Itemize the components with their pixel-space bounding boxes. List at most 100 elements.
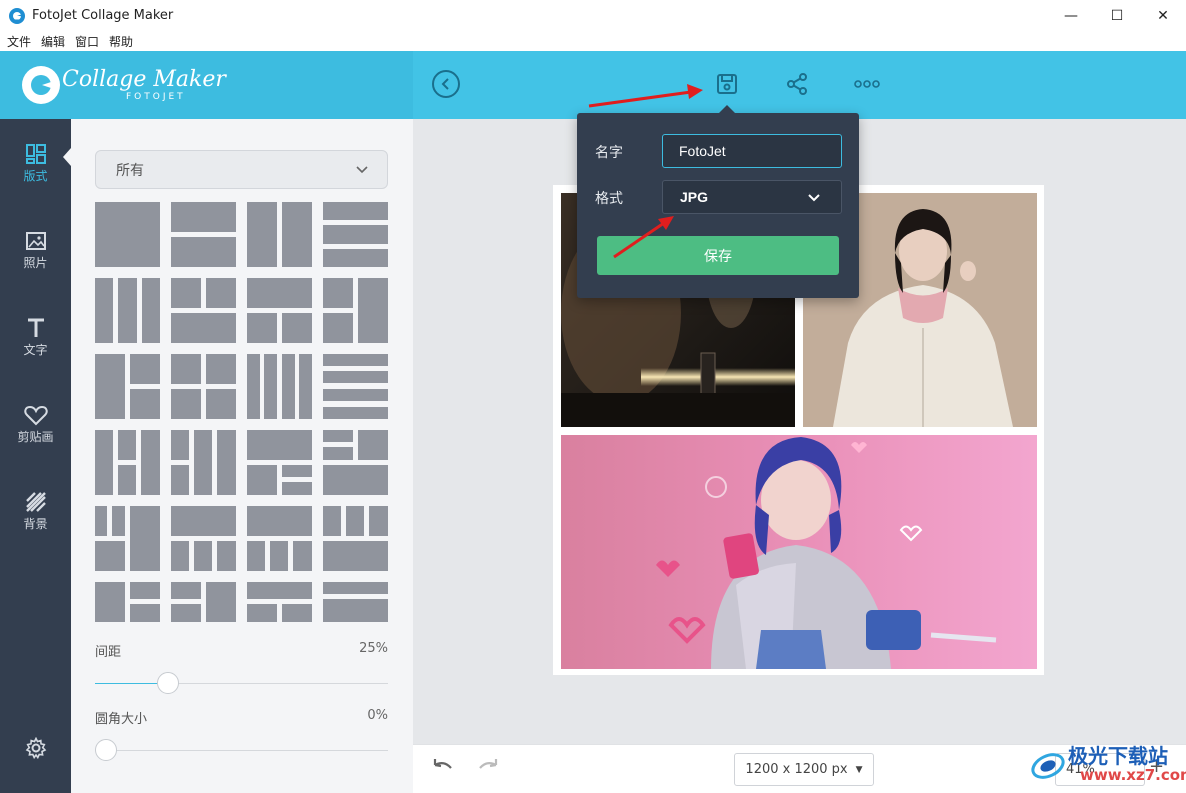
layout-tile[interactable] [171,506,236,571]
layout-tile[interactable] [247,278,312,343]
menu-window[interactable]: 窗口 [75,33,99,50]
canvas-size-select[interactable]: 1200 x 1200 px ▼ [734,753,874,786]
save-toolbar-button[interactable] [713,70,741,98]
dropdown-value: 所有 [116,162,144,179]
undo-icon [433,759,452,769]
top-toolbar [413,51,1186,119]
photo-anime-girl [561,435,1037,669]
corner-radius-value: 0% [367,708,388,723]
annotation-arrow-format [613,216,674,259]
layout-tile[interactable] [247,202,312,267]
layout-tile[interactable] [323,202,388,267]
layout-tile[interactable] [95,582,160,622]
format-label: 格式 [595,191,623,207]
layout-tile[interactable] [247,582,312,622]
corner-radius-label: 圆角大小 [95,712,148,727]
close-button[interactable]: ✕ [1140,0,1186,31]
name-label: 名字 [595,145,623,161]
gear-icon [25,736,47,760]
redo-button[interactable] [477,759,501,781]
layout-tile[interactable] [247,506,312,571]
floppy-disk-icon [717,74,737,94]
image-icon [25,232,46,250]
brand-header: Collage Maker FOTOJET [0,51,413,119]
layout-tile[interactable] [323,582,388,622]
format-value: JPG [680,189,709,205]
caret-down-icon: ▼ [855,764,863,775]
more-dots-icon [854,80,880,88]
menu-help[interactable]: 帮助 [109,33,133,50]
share-icon [787,73,807,95]
rail-label: 版式 [23,169,48,183]
chevron-down-icon [808,194,820,202]
share-button[interactable] [783,70,811,98]
save-button-label: 保存 [704,248,732,265]
layout-tile[interactable] [95,354,160,419]
fotojet-logo-icon [22,66,60,104]
minimize-button[interactable]: — [1048,0,1094,31]
layout-tile[interactable] [323,430,388,495]
chevron-down-icon [356,166,368,174]
left-nav-rail: 版式 照片 文字 剪贴画 背景 [0,119,71,793]
layout-tile[interactable] [247,430,312,495]
menu-file[interactable]: 文件 [7,33,31,50]
layout-tile[interactable] [323,506,388,571]
rail-label: 照片 [23,256,48,270]
layout-tile[interactable] [171,278,236,343]
heart-icon [23,405,48,426]
layout-tile[interactable] [171,354,236,419]
menu-bar: 文件 编辑 窗口 帮助 [0,31,1186,51]
layout-tile[interactable] [95,202,160,267]
text-icon [27,318,44,337]
layout-panel: 所有 间距 25% 圆角大小 0% [71,119,413,793]
rail-label: 文字 [23,343,48,357]
site-watermark: 极光下载站 www.xz7.com [1030,738,1186,790]
layout-tile[interactable] [171,202,236,267]
window-controls: — ☐ ✕ [1048,0,1186,31]
layout-tile[interactable] [323,278,388,343]
format-select[interactable]: JPG [662,180,842,214]
corner-slider-thumb[interactable] [95,739,117,761]
more-button[interactable] [853,70,881,98]
rail-item-layout[interactable]: 版式 [0,143,71,184]
layout-icon [25,144,46,164]
annotation-arrow-save [588,84,703,108]
watermark-title: 极光下载站 [1068,744,1168,768]
back-button[interactable] [432,70,460,98]
layout-tile[interactable] [171,430,236,495]
brand-sub: FOTOJET [126,92,186,102]
spacing-slider-thumb[interactable] [157,672,180,694]
layout-tile[interactable] [95,278,160,343]
redo-icon [479,759,498,769]
layout-tile[interactable] [171,582,236,622]
brand-name: Collage Maker [62,67,226,92]
watermark-url: www.xz7.com [1080,766,1186,784]
layout-tile[interactable] [323,354,388,419]
rail-label: 剪贴画 [17,430,54,444]
corner-slider-track[interactable] [95,750,388,751]
window-title: FotoJet Collage Maker [32,8,174,23]
layout-filter-dropdown[interactable]: 所有 [95,150,388,189]
rail-item-photos[interactable]: 照片 [0,230,71,271]
watermark-logo-icon [1031,753,1065,779]
maximize-button[interactable]: ☐ [1094,0,1140,31]
rail-item-clipart[interactable]: 剪贴画 [0,404,71,445]
layout-tile[interactable] [95,506,160,571]
spacing-value: 25% [359,641,388,656]
chevron-left-icon [441,78,449,90]
rail-label: 背景 [23,517,48,531]
settings-button[interactable] [25,736,47,763]
save-popup: 名字 格式 JPG 保存 [577,105,859,298]
spacing-label: 间距 [95,645,122,660]
brand-logo-text: Collage Maker FOTOJET [62,67,226,103]
collage-photo-3[interactable] [561,435,1037,669]
undo-button[interactable] [430,759,454,781]
layout-tile[interactable] [95,430,160,495]
background-icon [25,492,46,512]
filename-input[interactable] [662,134,842,168]
app-logo-icon [9,7,25,24]
rail-item-text[interactable]: 文字 [0,317,71,358]
rail-item-background[interactable]: 背景 [0,491,71,532]
menu-edit[interactable]: 编辑 [41,33,65,50]
layout-tile[interactable] [247,354,312,419]
